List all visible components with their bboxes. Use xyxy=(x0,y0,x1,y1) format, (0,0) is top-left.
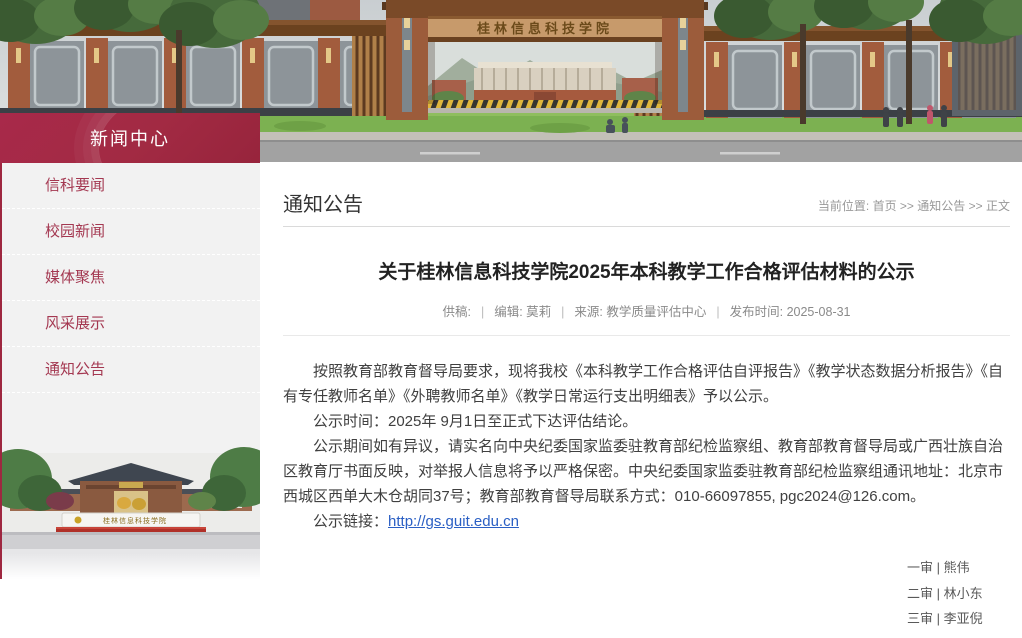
meta-separator: | xyxy=(471,305,494,319)
article-meta: 供稿:|编辑: 莫莉|来源: 教学质量评估中心|发布时间: 2025-08-31 xyxy=(283,301,1010,320)
image-fade-overlay xyxy=(2,553,260,579)
sidebar-menu: 信科要闻 校园新闻 媒体聚焦 风采展示 通知公告 xyxy=(2,163,260,393)
sidebar-item-media-focus[interactable]: 媒体聚焦 xyxy=(2,255,260,301)
meta-contributor: 供稿: xyxy=(442,305,470,319)
article-title: 关于桂林信息科技学院2025年本科教学工作合格评估材料的公示 xyxy=(283,257,1010,284)
sidebar-title: 新闻中心 xyxy=(90,125,170,151)
meta-publish-time: 发布时间: 2025-08-31 xyxy=(730,305,851,319)
meta-editor: 编辑: 莫莉 xyxy=(494,305,551,319)
meta-separator: | xyxy=(706,305,729,319)
breadcrumb-home[interactable]: 首页 xyxy=(873,199,897,213)
breadcrumb-separator: >> xyxy=(965,199,986,213)
sidebar-item-notices[interactable]: 通知公告 xyxy=(2,347,260,393)
section-title: 通知公告 xyxy=(283,188,363,217)
publicity-link[interactable]: http://gs.guit.edu.cn xyxy=(388,513,519,530)
sidebar-header: 新闻中心 xyxy=(0,113,260,163)
sidebar-gate-image: 桂林信息科技学院 xyxy=(2,393,260,579)
breadcrumb-section[interactable]: 通知公告 xyxy=(917,199,965,213)
news-sidebar: 新闻中心 信科要闻 校园新闻 媒体聚焦 风采展示 通知公告 xyxy=(0,113,260,579)
second-review: 二审 | 林小东 xyxy=(907,581,1010,607)
breadcrumb-prefix: 当前位置: xyxy=(818,199,873,213)
meta-source: 来源: 教学质量评估中心 xyxy=(574,305,706,319)
article-paragraph: 公示期间如有异议，请实名向中央纪委国家监委驻教育部纪检监察组、教育部教育督导局或… xyxy=(283,434,1010,509)
banner-gate-plaque-text: 桂林信息科技学院 xyxy=(476,21,613,36)
review-signatures: 一审 | 熊伟 二审 | 林小东 三审 | 李亚倪 xyxy=(283,555,1010,632)
link-label: 公示链接： xyxy=(313,513,388,530)
sidebar-body: 信科要闻 校园新闻 媒体聚焦 风采展示 通知公告 xyxy=(0,163,260,579)
section-header: 通知公告 当前位置: 首页 >> 通知公告 >> 正文 xyxy=(283,162,1010,227)
sidebar-item-campus-news[interactable]: 校园新闻 xyxy=(2,209,260,255)
sidebar-item-style-show[interactable]: 风采展示 xyxy=(2,301,260,347)
sidebar-gate-sign-text: 桂林信息科技学院 xyxy=(103,516,167,525)
article-paragraph: 按照教育部教育督导局要求，现将我校《本科教学工作合格评估自评报告》《教学状态数据… xyxy=(283,359,1010,409)
main-content: 通知公告 当前位置: 首页 >> 通知公告 >> 正文 关于桂林信息科技学院20… xyxy=(260,162,1022,638)
meta-divider xyxy=(283,335,1010,336)
page: 桂林信息科技学院 xyxy=(0,0,1022,638)
article-link-line: 公示链接：http://gs.guit.edu.cn xyxy=(283,509,1010,534)
breadcrumb-separator: >> xyxy=(897,199,918,213)
article-body: 按照教育部教育督导局要求，现将我校《本科教学工作合格评估自评报告》《教学状态数据… xyxy=(283,359,1010,534)
article-paragraph: 公示时间：2025年 9月1日至正式下达评估结论。 xyxy=(283,409,1010,434)
meta-separator: | xyxy=(551,305,574,319)
sidebar-item-xinke-news[interactable]: 信科要闻 xyxy=(2,163,260,209)
breadcrumb: 当前位置: 首页 >> 通知公告 >> 正文 xyxy=(818,197,1010,217)
third-review: 三审 | 李亚倪 xyxy=(907,606,1010,632)
breadcrumb-current: 正文 xyxy=(986,199,1010,213)
first-review: 一审 | 熊伟 xyxy=(907,555,1010,581)
